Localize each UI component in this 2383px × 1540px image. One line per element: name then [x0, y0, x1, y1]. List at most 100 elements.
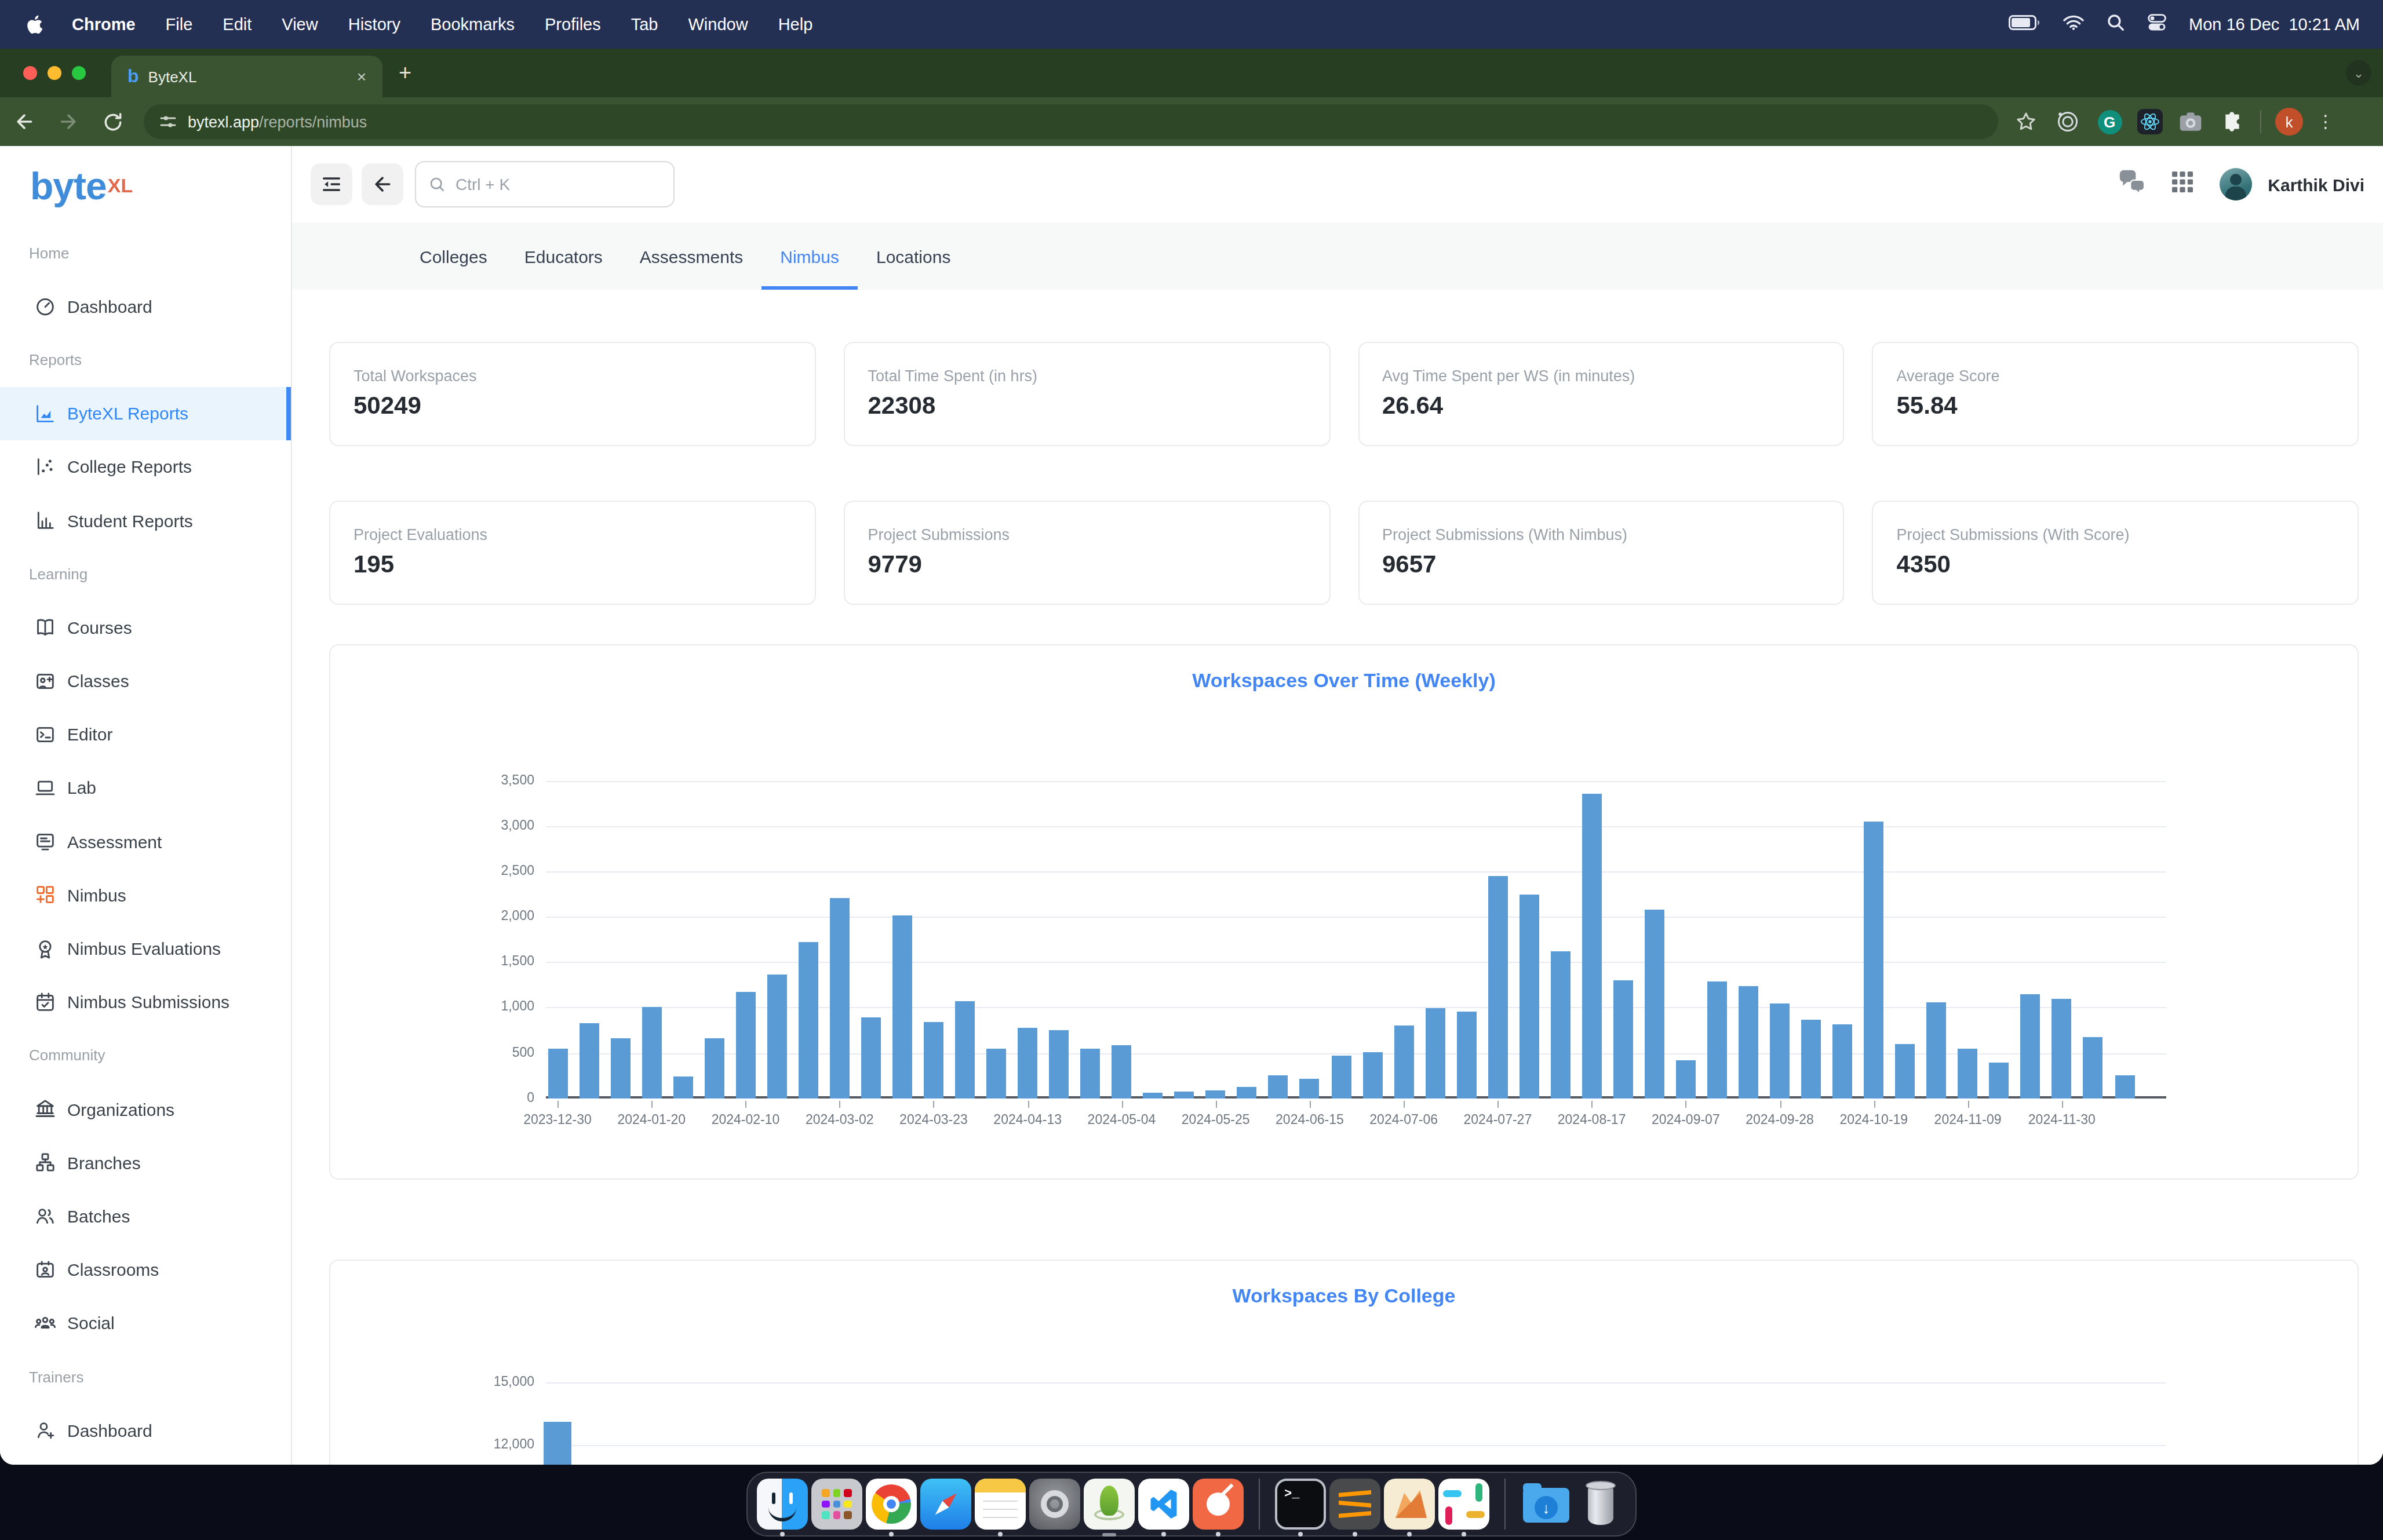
apple-icon[interactable] — [25, 14, 43, 34]
sidebar-collapse-button[interactable] — [311, 163, 352, 205]
sidebar-item-student-reports[interactable]: Student Reports — [0, 494, 291, 547]
sidebar-item-nimbus-submissions[interactable]: Nimbus Submissions — [0, 975, 291, 1028]
dock-safari-icon[interactable] — [920, 1479, 971, 1530]
sidebar-item-branches[interactable]: Branches — [0, 1136, 291, 1189]
sidebar-item-batches[interactable]: Batches — [0, 1189, 291, 1243]
sidebar-item-dashboard[interactable]: Dashboard — [0, 279, 291, 333]
menu-bar-clock[interactable]: Mon 16 Dec 10:21 AM — [2189, 15, 2360, 34]
sidebar-item-organizations[interactable]: Organizations — [0, 1082, 291, 1136]
sidebar-item-lab[interactable]: Lab — [0, 761, 291, 815]
extensions-puzzle-icon[interactable] — [2218, 108, 2246, 136]
dock-sublime-icon[interactable] — [1329, 1479, 1380, 1530]
bar-week-40 — [1801, 1019, 1821, 1098]
stat-value: 55.84 — [1897, 392, 1958, 419]
dock-separator — [1259, 1479, 1260, 1530]
stat-label: Total Workspaces — [354, 367, 477, 385]
dock-finder-icon[interactable] — [757, 1479, 808, 1530]
tab-assessments[interactable]: Assessments — [621, 222, 761, 290]
stat-card-total-time-spent-in-hrs-: Total Time Spent (in hrs)22308 — [844, 342, 1331, 446]
battery-icon[interactable] — [2008, 15, 2039, 34]
spotlight-search-icon[interactable] — [2107, 14, 2124, 35]
dock-downloads-icon[interactable]: ↓ — [1521, 1479, 1572, 1530]
new-tab-button[interactable]: + — [399, 60, 411, 86]
maximize-window-button[interactable] — [72, 66, 86, 80]
browser-toolbar: bytexl.app/reports/nimbus G — [0, 97, 2383, 146]
menu-view[interactable]: View — [267, 15, 333, 34]
dock-origami-icon[interactable] — [1384, 1479, 1435, 1530]
dock-launchpad-icon[interactable] — [811, 1479, 862, 1530]
global-search[interactable] — [415, 161, 675, 207]
sidebar-item-nimbus[interactable]: Nimbus — [0, 868, 291, 922]
tab-close-icon[interactable]: × — [352, 67, 371, 86]
menu-history[interactable]: History — [333, 15, 416, 34]
bar-week-50 — [2115, 1075, 2134, 1098]
menu-chrome[interactable]: Chrome — [57, 15, 151, 34]
user-name[interactable]: Karthik Divi — [2268, 174, 2364, 194]
search-input[interactable] — [456, 175, 641, 194]
tab-educators[interactable]: Educators — [506, 222, 621, 290]
extension-camera-icon[interactable] — [2177, 108, 2205, 136]
address-bar[interactable]: bytexl.app/reports/nimbus — [144, 104, 1998, 139]
menu-tab[interactable]: Tab — [616, 15, 673, 34]
sidebar-item-social[interactable]: Social — [0, 1297, 291, 1350]
browser-menu-icon[interactable]: ⋮ — [2317, 111, 2344, 132]
dock-chrome-icon[interactable] — [866, 1479, 917, 1530]
browser-profile-avatar[interactable]: k — [2275, 108, 2303, 136]
dock-terminal-icon[interactable]: >_ — [1275, 1479, 1326, 1530]
back-button[interactable] — [5, 102, 44, 141]
classes-icon — [34, 669, 57, 692]
forward-button[interactable] — [49, 102, 88, 141]
reload-button[interactable] — [93, 102, 132, 141]
page-back-button[interactable] — [362, 163, 403, 205]
bar-week-20 — [1175, 1092, 1194, 1099]
menu-help[interactable]: Help — [763, 15, 828, 34]
extension-orbit-icon[interactable] — [2054, 108, 2082, 136]
close-window-button[interactable] — [23, 66, 37, 80]
menu-edit[interactable]: Edit — [207, 15, 267, 34]
menu-bookmarks[interactable]: Bookmarks — [416, 15, 530, 34]
menu-profiles[interactable]: Profiles — [530, 15, 616, 34]
tab-locations[interactable]: Locations — [858, 222, 969, 290]
tab-nimbus[interactable]: Nimbus — [761, 222, 858, 290]
extension-grammarly-icon[interactable]: G — [2096, 108, 2123, 136]
sidebar-item-editor[interactable]: Editor — [0, 707, 291, 761]
sidebar-item-college-reports[interactable]: College Reports — [0, 440, 291, 494]
dock-slack-icon[interactable] — [1438, 1479, 1489, 1530]
minimize-window-button[interactable] — [48, 66, 61, 80]
sidebar-section-home: Home — [0, 226, 291, 279]
dock-rocket-icon[interactable] — [1084, 1479, 1135, 1530]
x-axis-label: 2024-11-30 — [2004, 1112, 2120, 1126]
y-axis-label: 12,000 — [442, 1437, 534, 1451]
sidebar-item-bytexl-reports[interactable]: ByteXL Reports — [0, 386, 291, 440]
control-center-icon[interactable] — [2147, 14, 2166, 35]
dock-trash-icon[interactable] — [1575, 1479, 1626, 1530]
tab-search-button[interactable]: ⌄ — [2346, 60, 2371, 86]
feedback-chat-icon[interactable] — [2117, 169, 2145, 199]
menu-window[interactable]: Window — [673, 15, 763, 34]
bar-week-35 — [1645, 910, 1664, 1099]
wifi-icon[interactable] — [2063, 15, 2083, 34]
sidebar-item-dashboard[interactable]: Dashboard — [0, 1403, 291, 1457]
sidebar-item-classes[interactable]: Classes — [0, 654, 291, 707]
apps-grid-icon[interactable] — [2170, 170, 2193, 198]
site-settings-icon — [158, 111, 178, 132]
sidebar: byteXL HomeDashboardReportsByteXL Report… — [0, 146, 292, 1465]
browser-tab[interactable]: b ByteXL × — [111, 56, 382, 97]
y-axis-label: 2,500 — [442, 863, 534, 877]
extension-react-icon[interactable] — [2137, 109, 2163, 134]
dock-postman-icon[interactable] — [1193, 1479, 1244, 1530]
editor-icon — [34, 723, 57, 746]
sidebar-item-assessment[interactable]: Assessment — [0, 815, 291, 868]
dock-vscode-icon[interactable] — [1138, 1479, 1189, 1530]
sidebar-item-courses[interactable]: Courses — [0, 601, 291, 654]
bookmark-star-icon[interactable] — [2012, 108, 2040, 136]
sidebar-item-nimbus-evaluations[interactable]: Nimbus Evaluations — [0, 922, 291, 975]
bytexl-logo[interactable]: byteXL — [0, 146, 291, 226]
dock-settings-icon[interactable] — [1029, 1479, 1080, 1530]
user-avatar[interactable] — [2219, 168, 2251, 200]
tab-colleges[interactable]: Colleges — [401, 222, 506, 290]
sidebar-item-classrooms[interactable]: Classrooms — [0, 1243, 291, 1296]
dock-notes-icon[interactable] — [975, 1479, 1026, 1530]
menu-file[interactable]: File — [151, 15, 208, 34]
sidebar-item-schedule[interactable]: Schedule — [0, 1457, 291, 1465]
